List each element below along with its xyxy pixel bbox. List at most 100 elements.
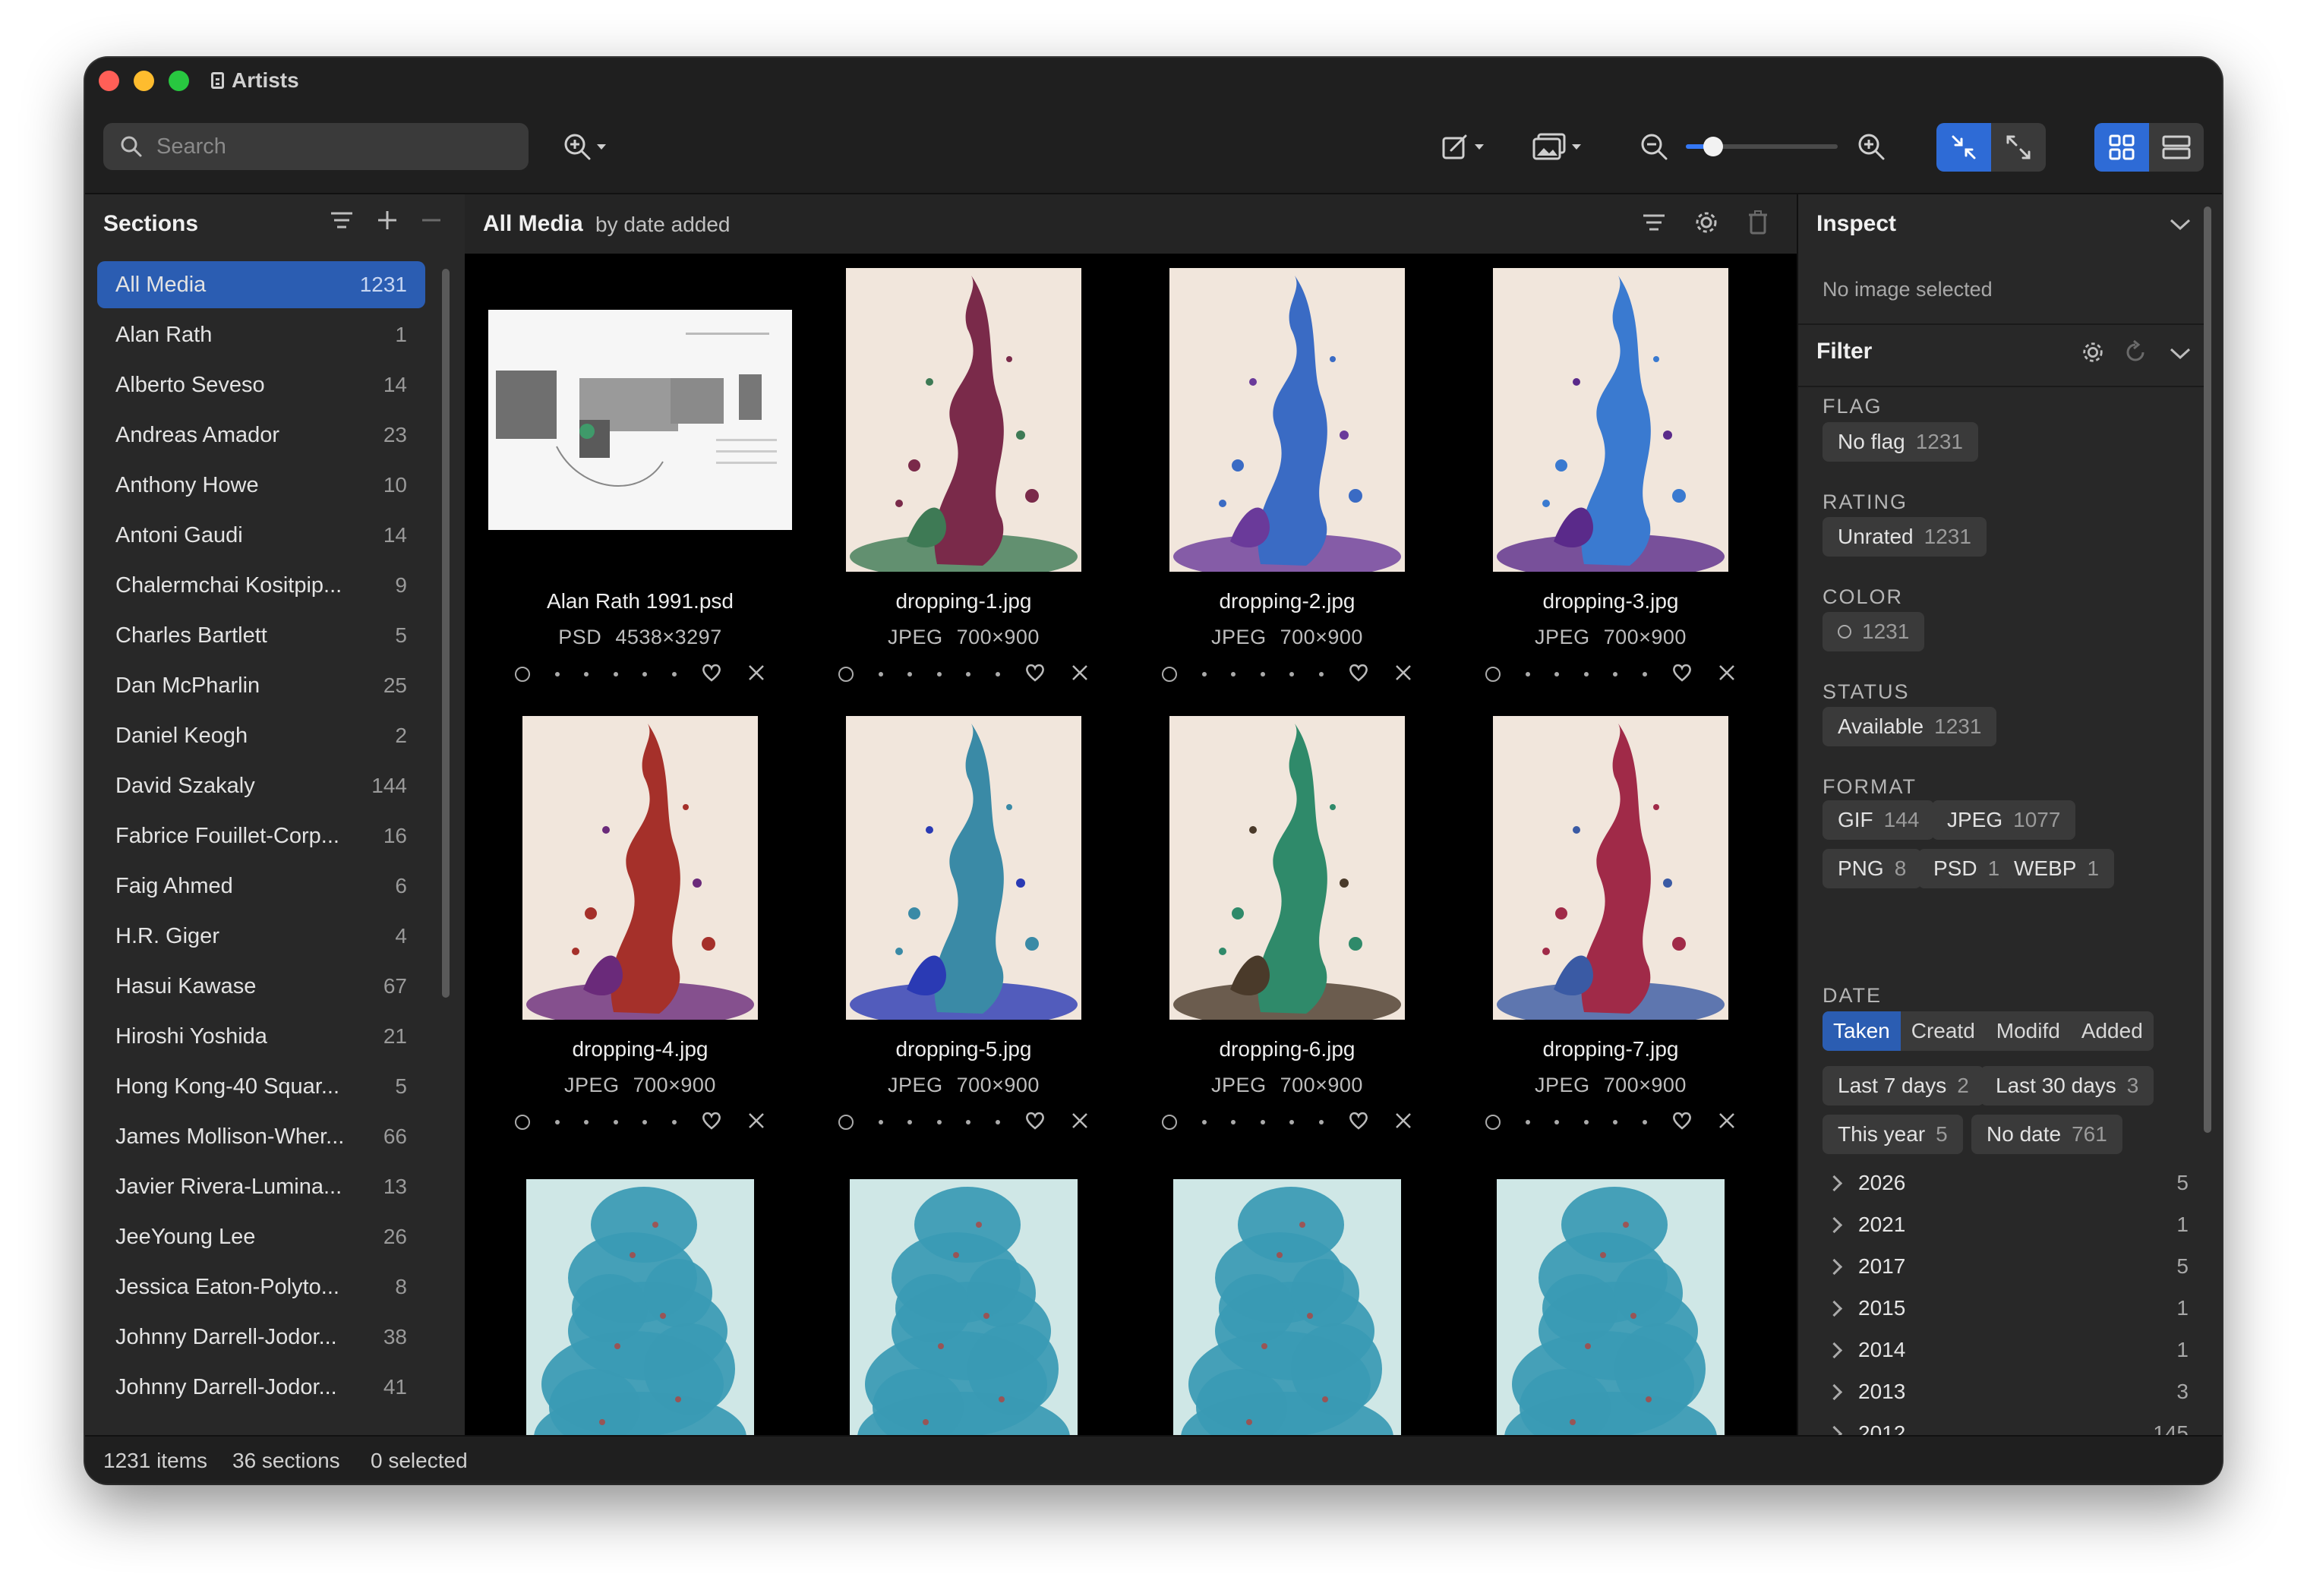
reject-x-icon[interactable]: [1394, 1112, 1412, 1134]
media-thumbnail[interactable]: [802, 1159, 1125, 1435]
heart-icon[interactable]: [1671, 663, 1693, 686]
date-tab[interactable]: Added: [2071, 1011, 2154, 1051]
sidebar-item[interactable]: Charles Bartlett 5: [97, 612, 425, 659]
sort-icon[interactable]: [330, 210, 354, 231]
media-cell[interactable]: dropping-1.jpg JPEG 700×900: [802, 263, 1125, 695]
media-thumbnail[interactable]: [1125, 711, 1449, 1025]
color-label-circle-icon[interactable]: [1485, 1115, 1501, 1130]
grid-view-button[interactable]: [2094, 123, 2149, 172]
media-thumbnail[interactable]: [802, 263, 1125, 577]
media-thumbnail[interactable]: [1449, 1159, 1771, 1435]
color-label-circle-icon[interactable]: [515, 1115, 530, 1130]
reset-icon[interactable]: [2123, 340, 2148, 364]
media-cell[interactable]: dropping-5.jpg JPEG 700×900: [802, 711, 1125, 1143]
media-cell[interactable]: Alan Rath 1991.psd PSD 4538×3297: [478, 263, 802, 695]
media-cell[interactable]: [802, 1159, 1125, 1435]
reject-x-icon[interactable]: [1071, 1112, 1089, 1134]
chevron-right-icon[interactable]: [1826, 1342, 1843, 1358]
date-range-chip[interactable]: Last 30 days 3: [1980, 1066, 2154, 1106]
media-cell[interactable]: dropping-7.jpg JPEG 700×900: [1449, 711, 1771, 1143]
zoom-in-button[interactable]: [1856, 128, 1886, 166]
sidebar-item[interactable]: David Szakaly 144: [97, 762, 425, 809]
rating-star-dot[interactable]: [554, 672, 560, 677]
sort-icon[interactable]: [1642, 212, 1666, 233]
rating-star-dot[interactable]: [995, 1120, 1000, 1124]
rating-star-dot[interactable]: [1231, 672, 1236, 677]
chevron-right-icon[interactable]: [1826, 1258, 1843, 1275]
media-thumbnail[interactable]: [1449, 711, 1771, 1025]
media-cell[interactable]: dropping-3.jpg JPEG 700×900: [1449, 263, 1771, 695]
chevron-right-icon[interactable]: [1826, 1216, 1843, 1233]
fit-expand-button[interactable]: [1991, 123, 2046, 172]
media-thumbnail[interactable]: [478, 711, 802, 1025]
chevron-right-icon[interactable]: [1826, 1175, 1843, 1191]
rating-star-dot[interactable]: [613, 1120, 618, 1124]
sidebar-item[interactable]: Dan McPharlin 25: [97, 662, 425, 709]
rating-star-dot[interactable]: [584, 672, 589, 677]
color-label-circle-icon[interactable]: [838, 667, 854, 682]
date-range-chip[interactable]: Last 7 days 2: [1823, 1066, 1984, 1106]
rating-star-dot[interactable]: [1201, 672, 1207, 677]
reject-x-icon[interactable]: [1394, 664, 1412, 686]
sidebar-item[interactable]: Johnny Darrell-Jodor... 38: [97, 1314, 425, 1361]
format-chip[interactable]: PNG 8: [1823, 849, 1922, 888]
rating-star-dot[interactable]: [671, 672, 677, 677]
rating-star-dot[interactable]: [1642, 1120, 1647, 1124]
rating-star-dot[interactable]: [1201, 1120, 1207, 1124]
sidebar-item[interactable]: Antoni Gaudi 14: [97, 512, 425, 559]
rating-star-dot[interactable]: [1554, 1120, 1560, 1124]
zoom-filter-menu-button[interactable]: [562, 128, 606, 166]
sidebar-item[interactable]: Andreas Amador 23: [97, 412, 425, 459]
year-row[interactable]: 2015 1: [1826, 1293, 2189, 1323]
rating-star-dot[interactable]: [1260, 672, 1265, 677]
rating-star-dot[interactable]: [1525, 672, 1530, 677]
media-thumbnail[interactable]: [1125, 1159, 1449, 1435]
flag-chip[interactable]: No flag 1231: [1823, 422, 1979, 462]
rating-star-dot[interactable]: [995, 672, 1000, 677]
media-cell[interactable]: dropping-6.jpg JPEG 700×900: [1125, 711, 1449, 1143]
date-tab[interactable]: Modifd: [1986, 1011, 2071, 1051]
year-row[interactable]: 2013 3: [1826, 1377, 2189, 1407]
chevron-right-icon[interactable]: [1826, 1300, 1843, 1317]
sidebar-item[interactable]: Alan Rath 1: [97, 311, 425, 358]
rating-star-dot[interactable]: [907, 1120, 913, 1124]
year-row[interactable]: 2026 5: [1826, 1168, 2189, 1198]
reject-x-icon[interactable]: [1071, 664, 1089, 686]
zoom-window-button[interactable]: [169, 71, 189, 91]
rating-star-dot[interactable]: [642, 672, 648, 677]
rating-star-dot[interactable]: [936, 1120, 942, 1124]
sidebar-item[interactable]: Alberto Seveso 14: [97, 361, 425, 408]
rating-star-dot[interactable]: [584, 1120, 589, 1124]
media-cell[interactable]: [1125, 1159, 1449, 1435]
reject-x-icon[interactable]: [747, 664, 765, 686]
color-label-circle-icon[interactable]: [838, 1115, 854, 1130]
list-view-button[interactable]: [2149, 123, 2204, 172]
image-menu-button[interactable]: [1531, 128, 1581, 166]
media-cell[interactable]: [478, 1159, 802, 1435]
rating-star-dot[interactable]: [1583, 672, 1589, 677]
sidebar-item[interactable]: Chalermchai Kositpip... 9: [97, 562, 425, 609]
rating-star-dot[interactable]: [613, 672, 618, 677]
date-tab[interactable]: Taken: [1823, 1011, 1901, 1051]
sidebar-item[interactable]: Johnny Darrell-Jodor... 41: [97, 1364, 425, 1411]
rating-star-dot[interactable]: [907, 672, 913, 677]
zoom-slider-knob[interactable]: [1703, 137, 1723, 156]
rating-star-dot[interactable]: [966, 672, 971, 677]
year-row[interactable]: 2021 1: [1826, 1210, 2189, 1240]
chevron-right-icon[interactable]: [1826, 1383, 1843, 1400]
reject-x-icon[interactable]: [747, 1112, 765, 1134]
color-label-circle-icon[interactable]: [1162, 667, 1177, 682]
rating-star-dot[interactable]: [671, 1120, 677, 1124]
heart-icon[interactable]: [1348, 663, 1369, 686]
fit-compact-button[interactable]: [1936, 123, 1991, 172]
rating-star-dot[interactable]: [1231, 1120, 1236, 1124]
rating-star-dot[interactable]: [966, 1120, 971, 1124]
heart-icon[interactable]: [1024, 663, 1046, 686]
sidebar-item[interactable]: Hiroshi Yoshida 21: [97, 1013, 425, 1060]
sidebar-item[interactable]: Jessica Eaton-Polyto... 8: [97, 1263, 425, 1311]
sidebar-item[interactable]: Fabrice Fouillet-Corp... 16: [97, 812, 425, 860]
sidebar-item[interactable]: Javier Rivera-Lumina... 13: [97, 1163, 425, 1210]
sidebar-item[interactable]: James Mollison-Wher... 66: [97, 1113, 425, 1160]
rating-star-dot[interactable]: [642, 1120, 648, 1124]
media-cell[interactable]: dropping-2.jpg JPEG 700×900: [1125, 263, 1449, 695]
